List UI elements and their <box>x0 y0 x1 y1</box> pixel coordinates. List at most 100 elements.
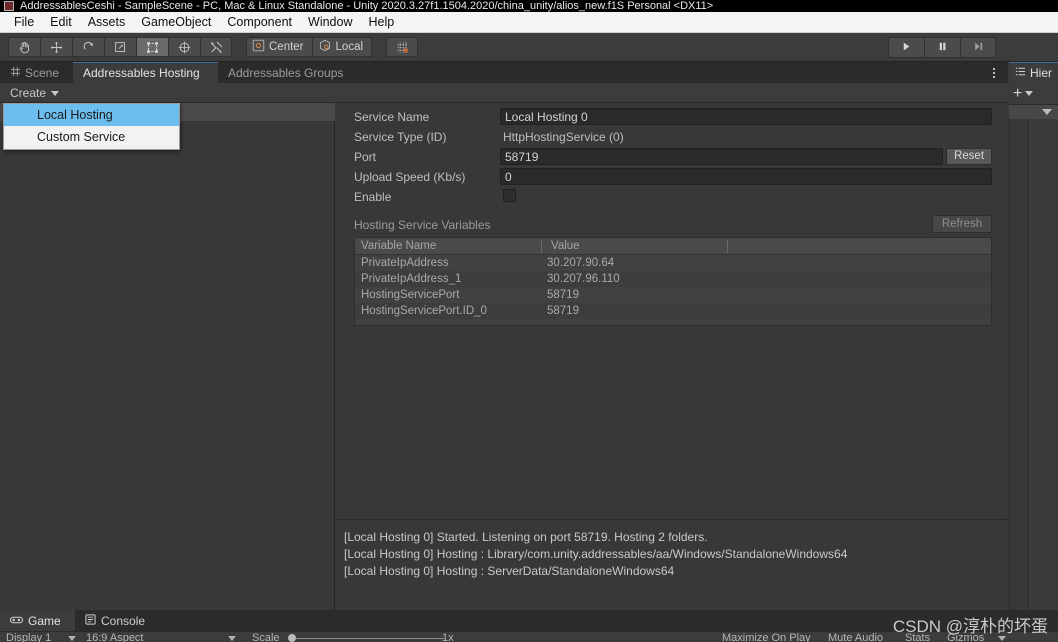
mute-audio-toggle[interactable]: Mute Audio <box>828 632 883 642</box>
table-row[interactable]: HostingServicePort.ID_0 58719 <box>355 303 991 319</box>
upload-speed-input[interactable] <box>500 168 992 185</box>
transform-icon <box>178 41 191 54</box>
maximize-on-play-toggle[interactable]: Maximize On Play <box>722 632 811 642</box>
add-gameobject-button[interactable]: + <box>1013 86 1022 102</box>
menu-item-edit[interactable]: Edit <box>42 13 80 31</box>
menu-item-assets[interactable]: Assets <box>80 13 134 31</box>
chevron-down-icon[interactable] <box>998 636 1006 641</box>
play-icon <box>901 41 912 55</box>
chevron-down-icon[interactable] <box>228 636 236 641</box>
column-divider[interactable] <box>541 240 542 253</box>
service-name-label: Service Name <box>354 107 499 127</box>
create-dropdown-menu: Local Hosting Custom Service <box>3 103 180 150</box>
chevron-down-icon[interactable] <box>1025 91 1033 96</box>
column-header-value[interactable]: Value <box>545 238 580 255</box>
hosting-services-list[interactable] <box>0 103 335 610</box>
table-row[interactable]: HostingServicePort 58719 <box>355 287 991 303</box>
pause-button[interactable] <box>924 37 960 58</box>
move-tool-button[interactable] <box>40 37 72 57</box>
create-button[interactable]: Create <box>2 83 67 103</box>
tab-scene[interactable]: Scene <box>0 62 73 83</box>
hierarchy-tree[interactable] <box>1009 119 1058 610</box>
hierarchy-search-bar[interactable] <box>1009 105 1058 119</box>
main-toolbar: Center Local <box>0 33 1058 62</box>
table-row[interactable]: PrivateIpAddress_1 30.207.96.110 <box>355 271 991 287</box>
hierarchy-panel: Hier + <box>1009 62 1058 610</box>
addressables-hosting-window: Create Service Name Service Type (ID) Ht… <box>0 83 1008 610</box>
pivot-handle-group: Center Local <box>246 37 372 57</box>
step-button[interactable] <box>960 37 996 58</box>
reset-button[interactable]: Reset <box>946 148 992 165</box>
tab-hierarchy[interactable]: Hier <box>1009 62 1058 83</box>
stats-toggle[interactable]: Stats <box>905 632 930 642</box>
enable-label: Enable <box>354 187 499 207</box>
chevron-down-icon <box>51 91 59 96</box>
menu-item-file[interactable]: File <box>6 13 42 31</box>
tab-addressables-groups[interactable]: Addressables Groups <box>218 62 358 83</box>
create-button-label: Create <box>10 86 46 100</box>
chevron-down-icon[interactable] <box>68 636 76 641</box>
playmode-controls <box>888 37 996 58</box>
rotate-tool-button[interactable] <box>72 37 104 57</box>
chevron-down-icon[interactable] <box>1042 109 1052 115</box>
handle-rotation-button[interactable]: Local <box>312 37 373 57</box>
play-button[interactable] <box>888 37 924 58</box>
menu-item-component[interactable]: Component <box>219 13 300 31</box>
variable-name: PrivateIpAddress_1 <box>361 271 461 287</box>
column-divider[interactable] <box>727 240 728 253</box>
rect-tool-button[interactable] <box>136 37 168 57</box>
move-icon <box>50 41 63 54</box>
display-dropdown-label[interactable]: Display 1 <box>6 632 51 642</box>
scale-value: 1x <box>442 632 454 642</box>
variable-name: HostingServicePort <box>361 287 459 303</box>
menu-bar: File Edit Assets GameObject Component Wi… <box>0 12 1058 33</box>
scale-slider-track[interactable] <box>296 638 444 639</box>
menu-item-custom-service[interactable]: Custom Service <box>4 126 179 148</box>
aspect-dropdown-label[interactable]: 16:9 Aspect <box>86 632 144 642</box>
grid-snap-button[interactable] <box>386 37 418 57</box>
wrench-icon <box>210 41 223 54</box>
bottom-dock: Game Console Display 1 16:9 Aspect Scale… <box>0 610 1058 642</box>
scale-tool-button[interactable] <box>104 37 136 57</box>
menu-item-window[interactable]: Window <box>300 13 360 31</box>
enable-checkbox[interactable] <box>503 189 516 202</box>
handle-rotation-label: Local <box>336 41 364 53</box>
unity-app-icon <box>4 1 14 11</box>
hand-tool-button[interactable] <box>8 37 40 57</box>
tab-addressables-groups-label: Addressables Groups <box>228 66 343 80</box>
tab-addressables-hosting[interactable]: Addressables Hosting <box>73 62 218 83</box>
field-enable: Enable <box>336 187 1008 207</box>
variable-name: HostingServicePort.ID_0 <box>361 303 487 319</box>
log-line: [Local Hosting 0] Hosting : ServerData/S… <box>344 564 674 578</box>
window-title: AddressablesCeshi - SampleScene - PC, Ma… <box>20 0 713 12</box>
handle-local-icon <box>318 39 332 55</box>
menu-item-local-hosting[interactable]: Local Hosting <box>4 104 179 126</box>
tab-console[interactable]: Console <box>75 610 165 631</box>
custom-tool-button[interactable] <box>200 37 232 57</box>
panel-options-menu-icon[interactable] <box>988 66 1000 80</box>
transform-tool-button[interactable] <box>168 37 200 57</box>
hierarchy-tree-content <box>1028 119 1058 610</box>
console-icon <box>85 614 96 628</box>
gizmos-toggle[interactable]: Gizmos <box>947 632 984 642</box>
service-type-value: HttpHostingService (0) <box>503 127 624 147</box>
hosting-variables-table: Variable Name Value PrivateIpAddress 30.… <box>354 237 992 326</box>
grid-icon <box>10 66 21 80</box>
scale-slider-knob[interactable] <box>288 634 296 642</box>
pivot-mode-button[interactable]: Center <box>246 37 312 57</box>
refresh-button[interactable]: Refresh <box>932 215 992 233</box>
menu-item-gameobject[interactable]: GameObject <box>133 13 219 31</box>
hosting-service-details: Service Name Service Type (ID) HttpHosti… <box>336 103 1008 518</box>
menu-item-help[interactable]: Help <box>360 13 402 31</box>
field-service-name: Service Name <box>336 107 1008 127</box>
variable-value: 58719 <box>547 287 579 303</box>
tab-game[interactable]: Game <box>0 610 75 631</box>
field-upload-speed: Upload Speed (Kb/s) <box>336 167 1008 187</box>
service-name-input[interactable] <box>500 108 992 125</box>
variable-value: 58719 <box>547 303 579 319</box>
variable-value: 30.207.96.110 <box>547 271 620 287</box>
port-input[interactable] <box>500 148 943 165</box>
variable-name: PrivateIpAddress <box>361 255 449 271</box>
column-header-variable-name[interactable]: Variable Name <box>355 238 436 255</box>
table-row[interactable]: PrivateIpAddress 30.207.90.64 <box>355 255 991 271</box>
